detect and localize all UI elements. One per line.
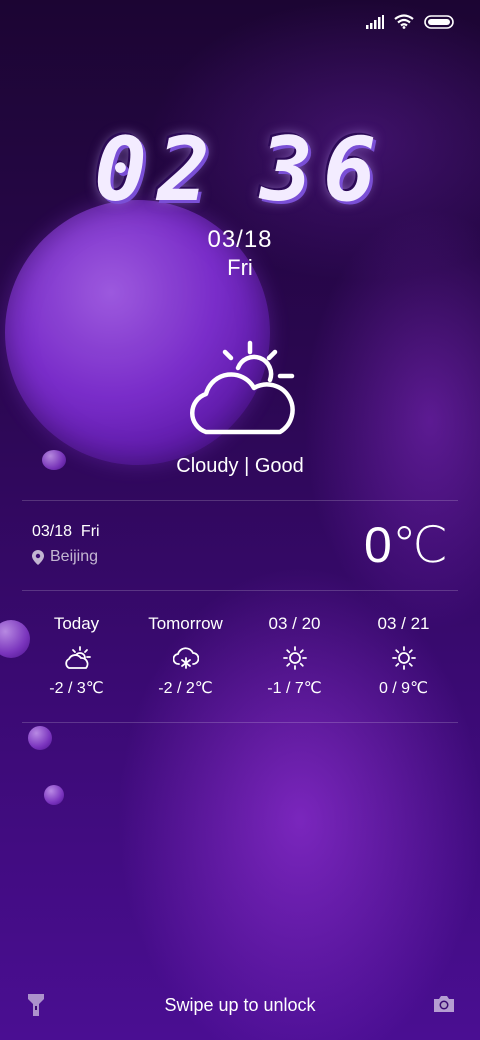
divider (22, 722, 458, 723)
sun-icon (391, 646, 416, 670)
forecast-item: Today -2 / 3℃ (22, 614, 131, 698)
wallpaper-bubble (44, 785, 64, 805)
forecast-row: Today -2 / 3℃ Tomorrow -2 / 2℃ 03 / 20 -… (22, 614, 458, 698)
forecast-range: -2 / 3℃ (49, 680, 104, 697)
sun-icon (282, 646, 307, 670)
signal-icon (366, 14, 384, 29)
location-name: Beijing (50, 548, 99, 565)
weather-condition: Cloudy | Good (176, 455, 304, 477)
weather-location: Beijing (32, 548, 98, 566)
current-temperature: 0℃ (364, 517, 448, 573)
forecast-range: 0 / 9℃ (378, 680, 429, 697)
wifi-icon (394, 14, 414, 29)
divider (22, 500, 458, 501)
forecast-item: 03 / 20 -1 / 7℃ (240, 614, 349, 698)
forecast-range: -2 / 2℃ (158, 680, 213, 697)
forecast-day: Tomorrow (148, 614, 223, 633)
lockscreen-clock: 02 36 (0, 118, 480, 221)
camera-icon[interactable] (432, 994, 456, 1019)
location-pin-icon (32, 549, 44, 565)
wallpaper-bubble (28, 726, 52, 750)
clock-date: 03/18 (207, 226, 273, 253)
forecast-item: 03 / 21 0 / 9℃ (349, 614, 458, 698)
clock-minute: 36 (260, 118, 386, 221)
snow-cloud-icon (172, 647, 199, 669)
clock-weekday: Fri (227, 255, 253, 280)
status-bar (366, 14, 454, 29)
swipe-to-unlock-hint[interactable]: Swipe up to unlock (0, 995, 480, 1016)
clock-hour: 02 (94, 118, 220, 221)
lockscreen-bottom-bar: Swipe up to unlock (0, 992, 480, 1022)
weather-date: 03/18 Fri (32, 523, 100, 540)
forecast-item: Tomorrow -2 / 2℃ (131, 614, 240, 698)
forecast-day: Today (53, 614, 100, 633)
partly-cloudy-icon (64, 646, 91, 669)
divider (22, 590, 458, 591)
forecast-range: -1 / 7℃ (267, 680, 322, 697)
forecast-day: 03 / 21 (377, 614, 430, 633)
forecast-day: 03 / 20 (268, 614, 321, 633)
battery-icon (424, 14, 454, 29)
partly-cloudy-icon (180, 338, 300, 443)
